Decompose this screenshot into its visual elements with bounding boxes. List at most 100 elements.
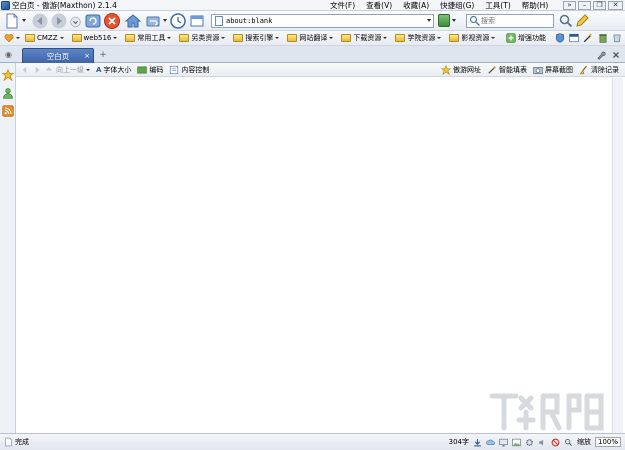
menu-favorites[interactable]: 收藏(A) — [403, 0, 429, 11]
enhance-features-button[interactable]: 增强功能 — [506, 33, 546, 43]
tab-blank-page[interactable]: 空白页 × — [22, 48, 94, 63]
page-icon — [5, 437, 12, 447]
magic-wand-icon[interactable] — [583, 33, 593, 43]
close-window-button[interactable]: ✕ — [608, 1, 623, 10]
smart-fill-icon — [488, 66, 496, 74]
chevron-down-icon — [275, 37, 280, 39]
encoding-button[interactable]: 编码 — [137, 65, 163, 75]
sidebar — [0, 63, 16, 433]
fav-folder-web516[interactable]: web516 — [71, 34, 118, 42]
menu-file[interactable]: 文件(F) — [330, 0, 355, 11]
fav-folder-other[interactable]: 另类资源 — [179, 33, 226, 43]
undo-close-button[interactable] — [145, 13, 161, 29]
fav-folder-video[interactable]: 影视资源 — [449, 33, 496, 43]
search-button[interactable] — [558, 13, 574, 29]
monitor-icon[interactable] — [499, 438, 508, 447]
close-icon[interactable] — [611, 50, 621, 60]
fav-folder-download[interactable]: 下载资源 — [341, 33, 388, 43]
menu-tools[interactable]: 工具(T) — [485, 0, 510, 11]
go-button[interactable] — [438, 14, 450, 27]
highlight-button[interactable] — [574, 13, 590, 29]
chevron-down-icon — [167, 37, 172, 39]
fav-folder-label: 学院资源 — [407, 34, 436, 42]
go-dropdown[interactable] — [452, 19, 456, 22]
maxthon-app-icon — [1, 0, 10, 10]
more-button[interactable]: » — [563, 1, 576, 10]
tab-close-icon[interactable]: × — [84, 52, 90, 60]
minimize-button[interactable]: – — [578, 1, 591, 10]
new-tab-button[interactable]: + — [98, 50, 108, 60]
forward-button[interactable] — [51, 13, 67, 29]
fav-folder-academy[interactable]: 学院资源 — [395, 33, 442, 43]
back-button[interactable] — [32, 13, 48, 29]
home-button[interactable] — [125, 13, 141, 29]
address-dropdown[interactable] — [427, 19, 431, 22]
screenshot-button[interactable]: 屏幕截图 — [533, 65, 573, 75]
new-page-button[interactable] — [4, 13, 20, 29]
status-text: 完成 — [15, 438, 29, 446]
gear-icon[interactable] — [525, 438, 534, 447]
block-icon[interactable] — [551, 438, 560, 447]
sub-toolbar-right: 傲游网址 智能填表 屏幕截图 清除记录 — [441, 63, 619, 77]
fav-folder-translate[interactable]: 网站翻译 — [287, 33, 334, 43]
fav-folder-search[interactable]: 搜索引擎 — [233, 33, 280, 43]
chevron-down-icon — [329, 37, 334, 39]
chevron-down-icon — [16, 37, 20, 39]
site-nav-button[interactable]: 傲游网址 — [441, 65, 481, 75]
refresh-button[interactable] — [85, 13, 101, 29]
undo-dropdown[interactable] — [163, 19, 167, 22]
history-button[interactable] — [170, 13, 186, 29]
search-input[interactable] — [481, 17, 541, 25]
folder-icon — [395, 34, 406, 42]
clear-history-label: 清除记录 — [591, 66, 619, 74]
search-box[interactable] — [466, 14, 554, 28]
watermark-logo — [489, 393, 604, 431]
menu-view[interactable]: 查看(V) — [366, 0, 392, 11]
forward-small-icon[interactable] — [32, 65, 42, 75]
menu-groups[interactable]: 快捷组(G) — [440, 0, 474, 11]
fav-folder-tools[interactable]: 常用工具 — [125, 33, 172, 43]
content-control-label: 内容控制 — [181, 65, 210, 74]
back-icon — [32, 13, 48, 29]
user-icon[interactable] — [2, 87, 14, 99]
font-size-button[interactable]: A 字体大小 — [96, 65, 131, 75]
plus-icon — [506, 33, 516, 43]
favorites-menu-button[interactable] — [4, 33, 20, 43]
window-icon[interactable] — [569, 33, 579, 43]
rss-icon[interactable] — [2, 105, 14, 117]
address-bar[interactable] — [211, 14, 434, 28]
star-icon[interactable] — [2, 69, 14, 81]
fav-folder-cmzz[interactable]: CMZZ — [25, 34, 64, 42]
vertical-scrollbar[interactable] — [612, 78, 623, 433]
history-icon — [170, 13, 186, 29]
chevron-down-icon — [86, 68, 90, 71]
download-icon[interactable] — [473, 438, 482, 447]
smart-fill-button[interactable]: 智能填表 — [487, 65, 527, 75]
image-icon[interactable] — [512, 438, 521, 447]
bin-icon[interactable] — [598, 33, 608, 43]
menu-help[interactable]: 帮助(H) — [522, 0, 549, 11]
address-input[interactable] — [226, 17, 426, 25]
folder-icon — [233, 34, 244, 42]
tab-menu-icon[interactable]: ◉ — [5, 50, 15, 60]
status-right: 304字 缩放 100% — [449, 434, 621, 450]
cup-icon[interactable] — [612, 33, 622, 43]
back-small-icon[interactable] — [20, 65, 30, 75]
cloud-icon[interactable] — [486, 438, 495, 447]
history-dropdown-button[interactable] — [70, 16, 81, 27]
content-control-button[interactable]: 内容控制 — [169, 65, 209, 75]
up-level-button[interactable]: 向上一级 — [44, 65, 90, 75]
wrench-icon[interactable] — [596, 50, 606, 60]
tab-bar: ◉ 空白页 × + — [0, 46, 625, 63]
undo-icon — [146, 16, 160, 27]
speaker-icon[interactable] — [538, 438, 547, 447]
window-list-button[interactable] — [189, 13, 205, 29]
stop-button[interactable] — [104, 13, 120, 29]
smart-fill-label: 智能填表 — [499, 66, 527, 74]
zoom-level-select[interactable]: 100% — [594, 437, 621, 447]
clear-history-button[interactable]: 清除记录 — [579, 65, 619, 75]
shield-icon[interactable] — [555, 33, 565, 43]
page-content[interactable] — [16, 78, 612, 433]
new-page-dropdown[interactable] — [22, 19, 26, 22]
restore-button[interactable]: ❐ — [593, 1, 606, 10]
